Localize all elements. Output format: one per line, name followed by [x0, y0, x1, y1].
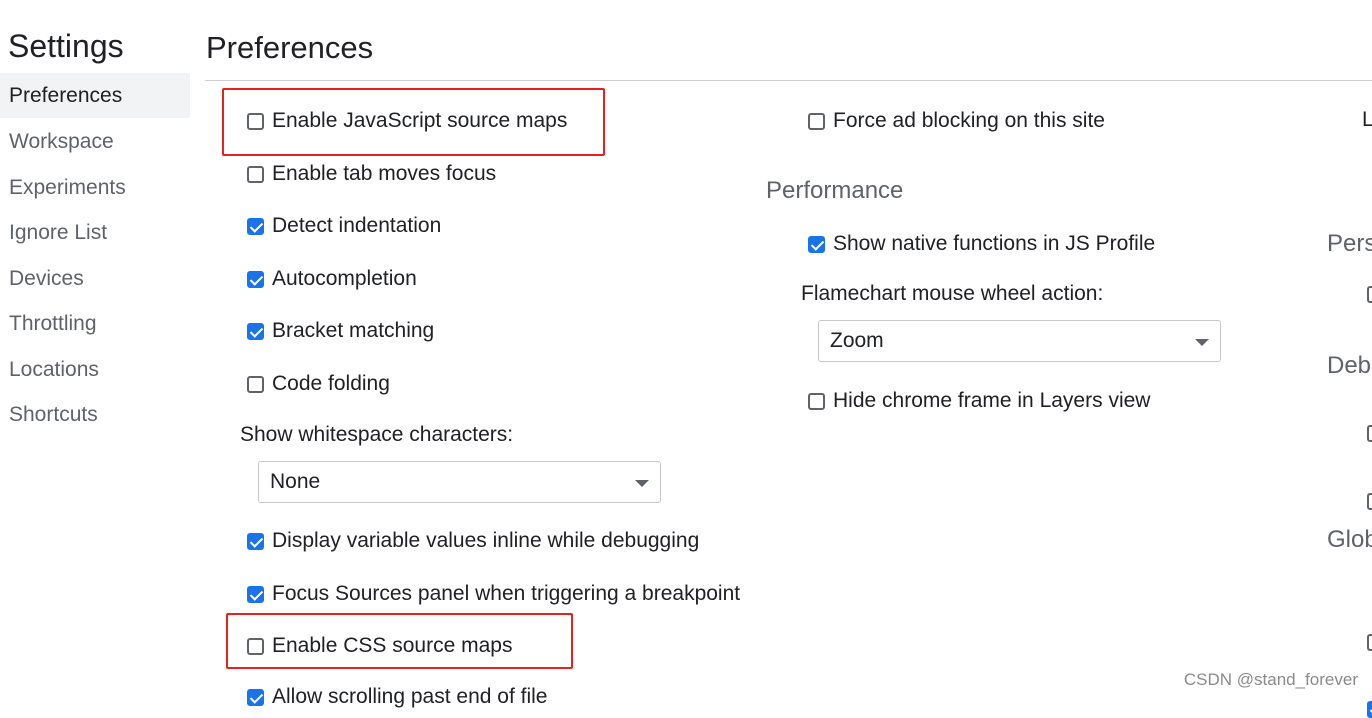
sidebar-item-workspace[interactable]: Workspace [0, 119, 190, 164]
flamechart-select[interactable]: Zoom [818, 320, 1221, 362]
allow-scrolling-label: Allow scrolling past end of file [272, 685, 548, 708]
sidebar-item-shortcuts[interactable]: Shortcuts [0, 392, 190, 437]
allow-scrolling-option[interactable]: Allow scrolling past end of file [247, 682, 547, 712]
sidebar-item-throttling[interactable]: Throttling [0, 301, 190, 346]
native-functions-label: Show native functions in JS Profile [833, 232, 1156, 255]
right-column-partial-text: L [1362, 108, 1372, 131]
highlight-box-js-source-maps [222, 88, 605, 156]
bracket-matching-label: Bracket matching [272, 319, 435, 342]
flamechart-select-value: Zoom [830, 329, 884, 352]
allow-scrolling-checkbox[interactable] [247, 688, 264, 706]
whitespace-select[interactable]: None [258, 461, 661, 503]
global-section-title: Glob [1327, 526, 1372, 553]
hide-chrome-frame-checkbox[interactable] [808, 392, 825, 410]
sidebar-item-preferences[interactable]: Preferences [0, 73, 190, 118]
force-ad-blocking-option[interactable]: Force ad blocking on this site [808, 106, 1105, 136]
code-folding-label: Code folding [272, 372, 390, 395]
autocompletion-option[interactable]: Autocompletion [247, 264, 417, 294]
autocompletion-label: Autocompletion [272, 267, 417, 290]
detect-indentation-label: Detect indentation [272, 214, 442, 237]
tab-moves-focus-option[interactable]: Enable tab moves focus [247, 159, 496, 189]
sidebar-item-locations[interactable]: Locations [0, 347, 190, 392]
whitespace-select-value: None [270, 470, 321, 493]
chevron-down-icon [1195, 339, 1209, 346]
debugger-section-title: Deb [1327, 352, 1372, 379]
flamechart-label: Flamechart mouse wheel action: [801, 282, 1104, 305]
focus-sources-checkbox[interactable] [247, 585, 264, 603]
inline-values-label: Display variable values inline while deb… [272, 529, 700, 552]
global-checkbox-partial-1[interactable] [1367, 634, 1372, 651]
autocompletion-checkbox[interactable] [247, 270, 264, 288]
hide-chrome-frame-label: Hide chrome frame in Layers view [833, 389, 1151, 412]
debugger-checkbox-partial-2[interactable] [1367, 493, 1372, 510]
page-title: Preferences [206, 30, 374, 65]
inline-values-option[interactable]: Display variable values inline while deb… [247, 526, 699, 556]
bracket-matching-option[interactable]: Bracket matching [247, 316, 434, 346]
inline-values-checkbox[interactable] [247, 532, 264, 550]
force-ad-blocking-label: Force ad blocking on this site [833, 109, 1105, 132]
tab-moves-focus-label: Enable tab moves focus [272, 162, 497, 185]
detect-indentation-checkbox[interactable] [247, 217, 264, 235]
sidebar-item-experiments[interactable]: Experiments [0, 165, 190, 210]
bracket-matching-checkbox[interactable] [247, 322, 264, 340]
highlight-box-css-source-maps [226, 613, 573, 669]
chevron-down-icon [635, 480, 649, 487]
whitespace-label: Show whitespace characters: [240, 423, 514, 446]
sidebar-item-ignore-list[interactable]: Ignore List [0, 210, 190, 255]
watermark: CSDN @stand_forever [1183, 670, 1358, 689]
debugger-checkbox-partial-1[interactable] [1367, 425, 1372, 442]
native-functions-option[interactable]: Show native functions in JS Profile [808, 229, 1155, 259]
tab-moves-focus-checkbox[interactable] [247, 165, 264, 183]
global-checkbox-partial-2[interactable] [1367, 701, 1372, 718]
sidebar-item-devices[interactable]: Devices [0, 256, 190, 301]
focus-sources-label: Focus Sources panel when triggering a br… [272, 582, 741, 605]
native-functions-checkbox[interactable] [808, 235, 825, 253]
performance-section-title: Performance [766, 177, 904, 204]
settings-title: Settings [8, 28, 124, 64]
code-folding-option[interactable]: Code folding [247, 369, 390, 399]
hide-chrome-frame-option[interactable]: Hide chrome frame in Layers view [808, 386, 1150, 416]
persistence-section-title: Pers [1327, 230, 1372, 257]
detect-indentation-option[interactable]: Detect indentation [247, 211, 441, 241]
force-ad-blocking-checkbox[interactable] [808, 112, 825, 130]
persistence-checkbox-partial[interactable] [1367, 286, 1372, 303]
code-folding-checkbox[interactable] [247, 375, 264, 393]
focus-sources-option[interactable]: Focus Sources panel when triggering a br… [247, 579, 740, 609]
header-divider [205, 80, 1372, 81]
